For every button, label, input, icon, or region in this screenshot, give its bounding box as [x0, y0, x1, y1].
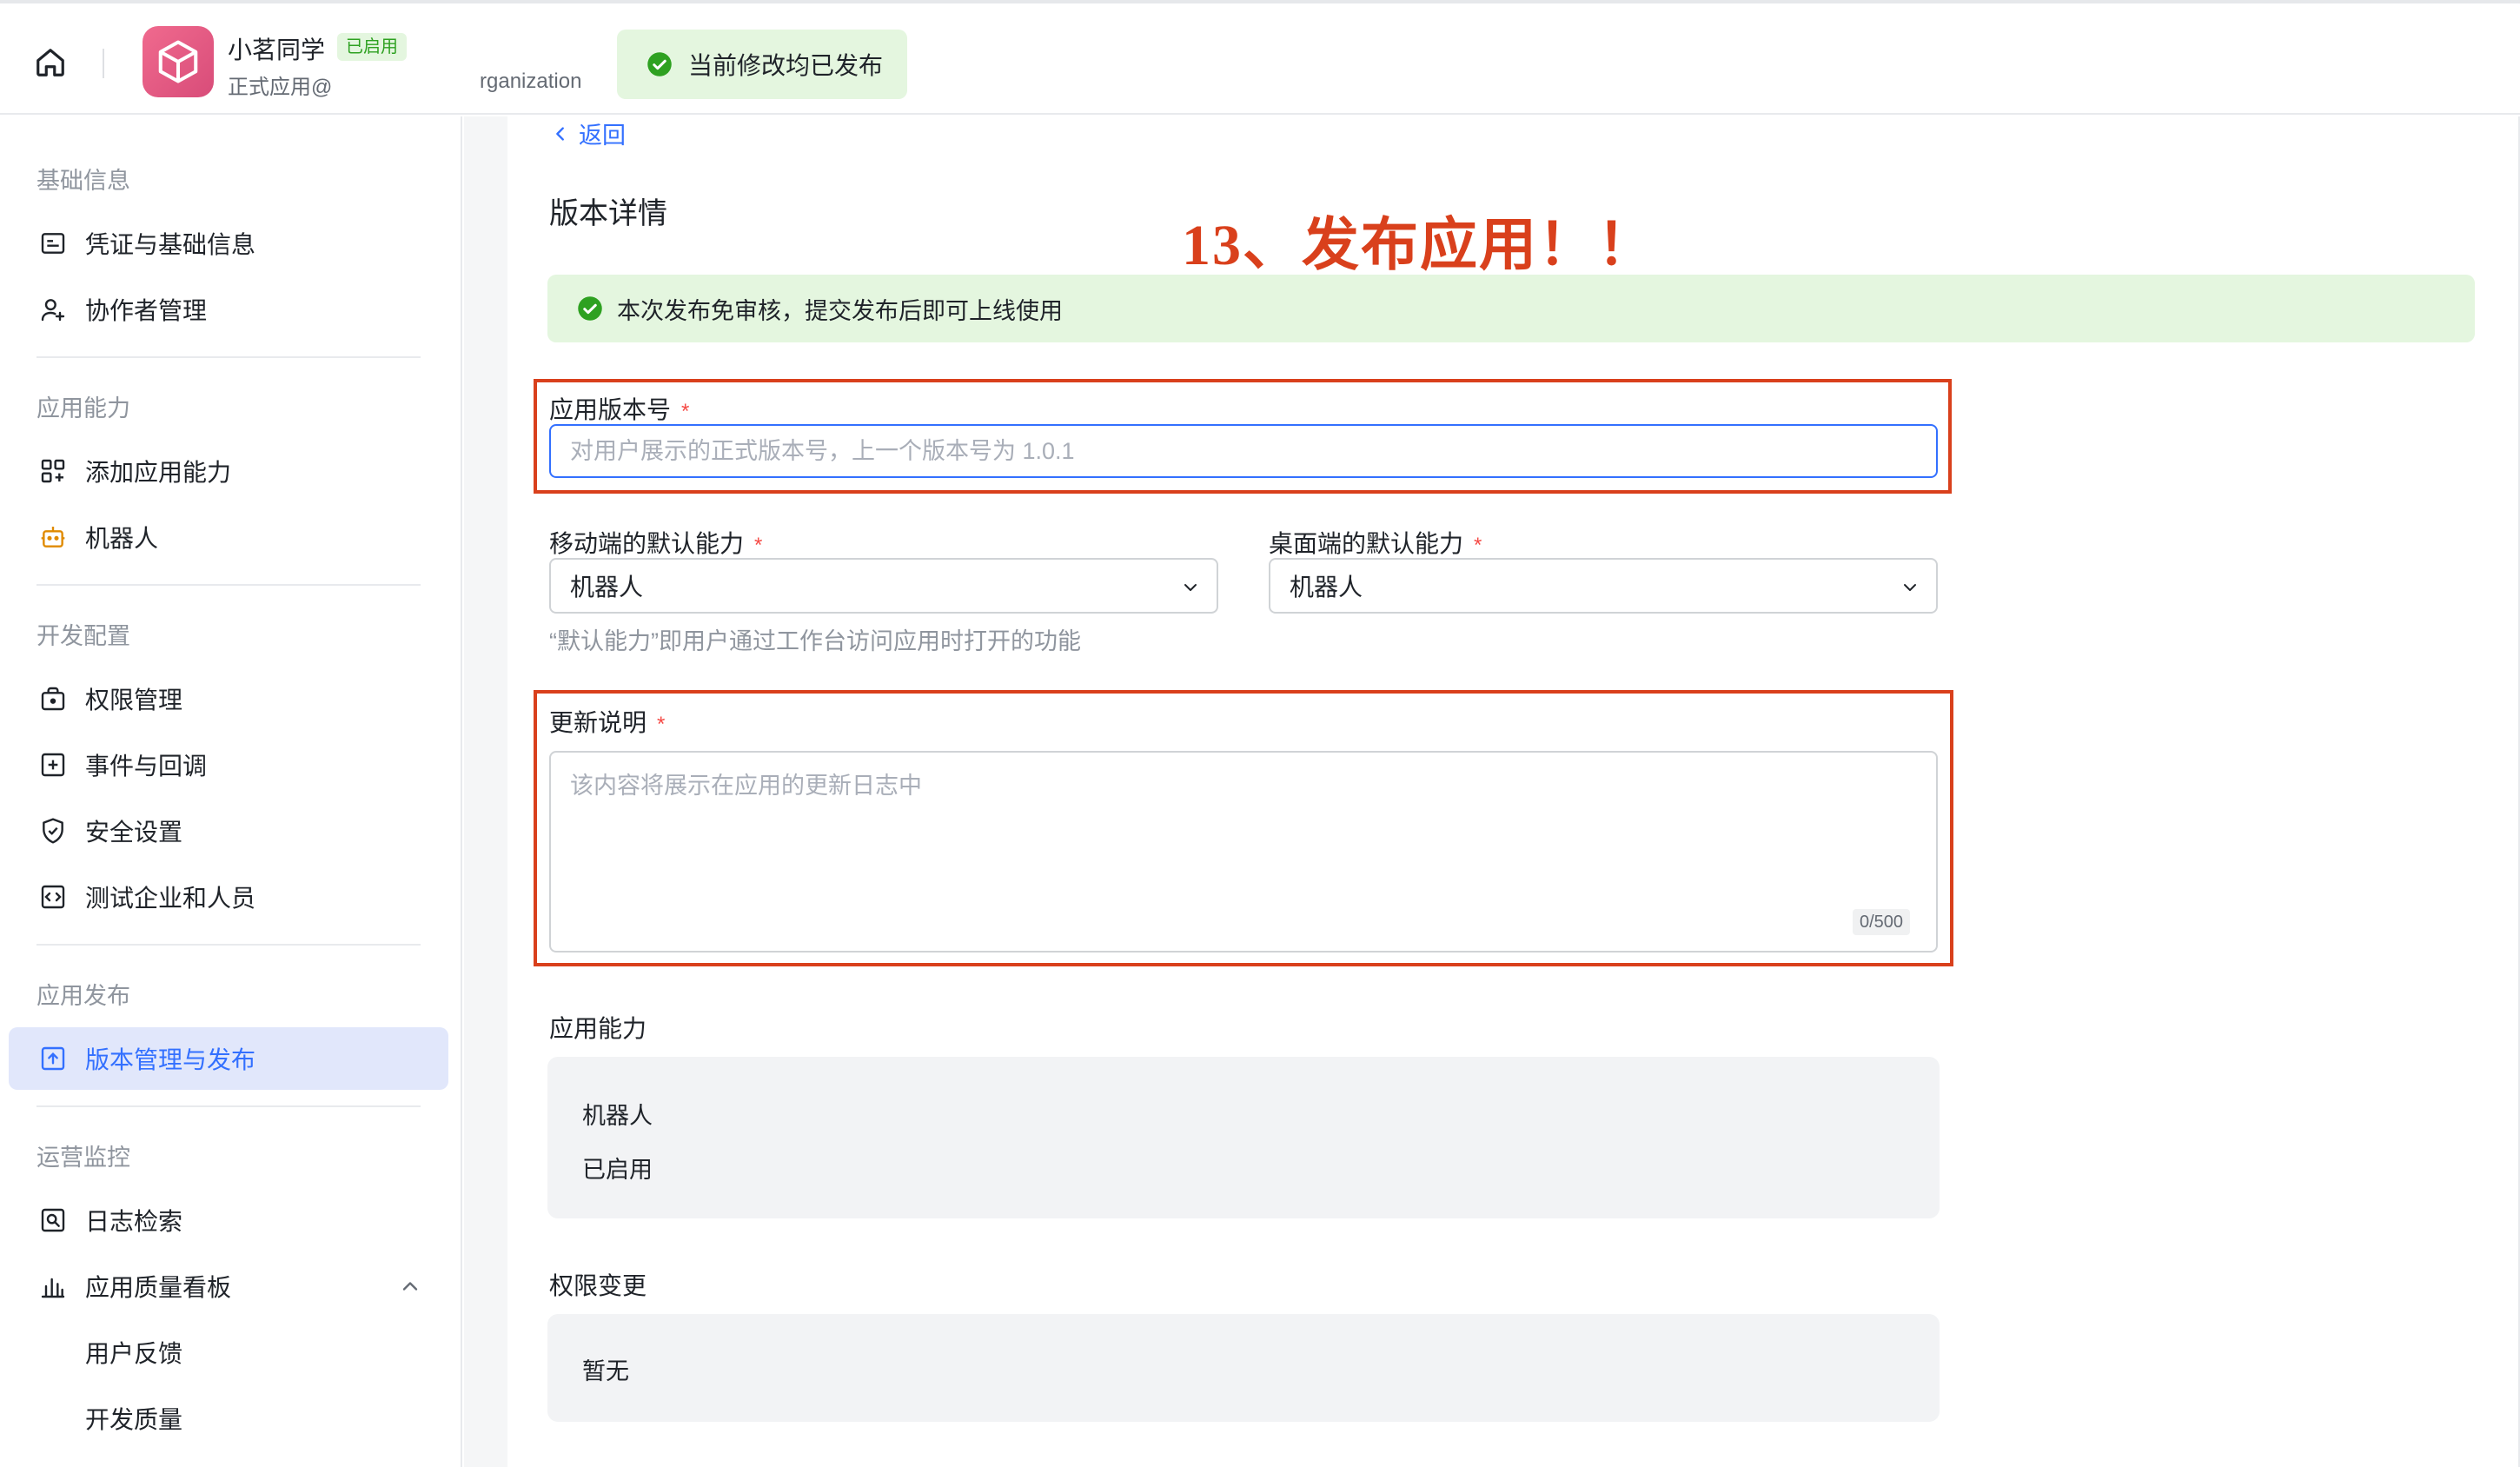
sidebar-item-label: 事件与回调	[85, 753, 208, 780]
log-search-icon	[41, 1208, 65, 1232]
capability-status: 已启用	[582, 1157, 653, 1183]
app-name: 小茗同学	[228, 37, 326, 63]
sidebar-divider	[36, 944, 421, 946]
sidebar-item-test-tenant[interactable]: 测试企业和人员	[9, 866, 448, 928]
mobile-default-value: 机器人	[570, 574, 644, 601]
section-title-publish: 应用发布	[36, 983, 130, 1009]
sidebar-subitem-user-feedback[interactable]: 用户反馈	[85, 1335, 182, 1370]
update-notes-textarea[interactable]	[549, 751, 1938, 953]
update-notes-label: 更新说明 *	[549, 709, 666, 736]
sidebar-item-events[interactable]: 事件与回调	[9, 734, 448, 796]
version-number-input[interactable]	[549, 424, 1938, 478]
capabilities-card: 机器人 已启用	[547, 1057, 1940, 1218]
check-circle-icon	[647, 52, 672, 76]
home-button[interactable]	[30, 42, 71, 83]
required-mark: *	[657, 713, 666, 736]
collaborator-icon	[41, 299, 65, 322]
sidebar-item-version-publish[interactable]: 版本管理与发布	[9, 1027, 448, 1090]
event-icon	[41, 753, 65, 777]
sidebar-item-label: 添加应用能力	[85, 459, 232, 486]
mobile-default-label: 移动端的默认能力 *	[549, 530, 763, 557]
quality-board-icon	[41, 1278, 65, 1298]
sidebar-item-label: 机器人	[85, 525, 159, 552]
desktop-default-value: 机器人	[1290, 574, 1363, 601]
publish-status-banner: 当前修改均已发布	[617, 30, 907, 99]
app-subtitle: 正式应用@	[228, 76, 333, 99]
sidebar-item-label: 测试企业和人员	[85, 885, 256, 912]
section-title-dev: 开发配置	[36, 623, 130, 649]
sidebar-item-label: 凭证与基础信息	[85, 231, 256, 258]
chevron-down-icon	[1904, 584, 1916, 591]
sidebar-item-robot[interactable]: 机器人	[9, 506, 448, 568]
desktop-default-select[interactable]: 机器人	[1269, 558, 1938, 614]
check-circle-icon	[578, 296, 602, 321]
publish-status-text: 当前修改均已发布	[688, 52, 884, 79]
sidebar-item-log-search[interactable]: 日志检索	[9, 1189, 448, 1251]
sidebar: 基础信息 凭证与基础信息 协作者管理 应用能力 添加应用能力 机器人 开发配置 …	[0, 116, 462, 1467]
chevron-up-icon[interactable]	[398, 1274, 422, 1298]
sidebar-divider	[36, 1105, 421, 1107]
header-divider	[103, 49, 104, 78]
required-mark: *	[754, 534, 763, 557]
permissions-value: 暂无	[582, 1358, 629, 1384]
capabilities-section-title: 应用能力	[549, 1015, 647, 1042]
character-counter: 0/500	[1853, 909, 1911, 935]
required-mark: *	[1474, 534, 1482, 557]
credential-icon	[41, 233, 65, 254]
chevron-down-icon	[1184, 584, 1197, 591]
capability-name: 机器人	[582, 1103, 653, 1129]
test-icon	[41, 885, 65, 909]
sidebar-item-label: 协作者管理	[85, 297, 208, 324]
page-title: 版本详情	[549, 197, 667, 230]
sidebar-divider	[36, 584, 421, 586]
section-title-capability: 应用能力	[36, 395, 130, 422]
section-title-ops: 运营监控	[36, 1145, 130, 1171]
sidebar-item-label: 日志检索	[85, 1208, 183, 1235]
sidebar-item-label: 安全设置	[85, 819, 183, 846]
main-left-gutter	[464, 116, 507, 1467]
sidebar-item-label: 权限管理	[85, 687, 183, 714]
app-status-badge: 已启用	[337, 33, 407, 61]
sidebar-item-quality-board[interactable]: 应用质量看板	[9, 1255, 448, 1318]
sidebar-item-collaborators[interactable]: 协作者管理	[9, 278, 448, 341]
notice-banner: 本次发布免审核，提交发布后即可上线使用	[547, 275, 2475, 342]
permissions-section-title: 权限变更	[549, 1272, 647, 1299]
sidebar-item-security[interactable]: 安全设置	[9, 800, 448, 862]
sidebar-item-credentials[interactable]: 凭证与基础信息	[9, 212, 448, 275]
home-icon	[36, 49, 64, 76]
robot-icon	[41, 527, 65, 548]
organization-text: rganization	[480, 70, 582, 93]
notice-text: 本次发布免审核，提交发布后即可上线使用	[617, 297, 1063, 324]
back-link[interactable]: 返回	[551, 116, 626, 150]
back-label: 返回	[579, 123, 626, 149]
default-capability-hint: “默认能力”即用户通过工作台访问应用时打开的功能	[549, 628, 1081, 654]
sidebar-subitem-dev-quality[interactable]: 开发质量	[85, 1401, 182, 1436]
sidebar-item-add-capability[interactable]: 添加应用能力	[9, 440, 448, 502]
add-capability-icon	[41, 459, 65, 483]
mobile-default-select[interactable]: 机器人	[549, 558, 1218, 614]
app-header: 小茗同学 已启用 正式应用@ rganization 当前修改均已发布	[0, 3, 2520, 115]
sidebar-item-label: 版本管理与发布	[85, 1046, 256, 1073]
sidebar-item-label: 应用质量看板	[85, 1274, 232, 1301]
version-field-label: 应用版本号 *	[549, 396, 690, 423]
permissions-card: 暂无	[547, 1314, 1940, 1422]
sidebar-divider	[36, 356, 421, 358]
required-mark: *	[681, 400, 690, 423]
annotation-text: 13、发布应用！！	[1182, 214, 1656, 277]
desktop-default-label: 桌面端的默认能力 *	[1269, 530, 1482, 557]
section-title-basic: 基础信息	[36, 168, 130, 194]
app-logo-icon	[143, 26, 214, 97]
security-icon	[43, 818, 63, 844]
sidebar-item-permissions[interactable]: 权限管理	[9, 667, 448, 730]
version-publish-icon	[41, 1046, 65, 1071]
permission-icon	[41, 687, 65, 711]
chevron-left-icon	[556, 126, 564, 141]
